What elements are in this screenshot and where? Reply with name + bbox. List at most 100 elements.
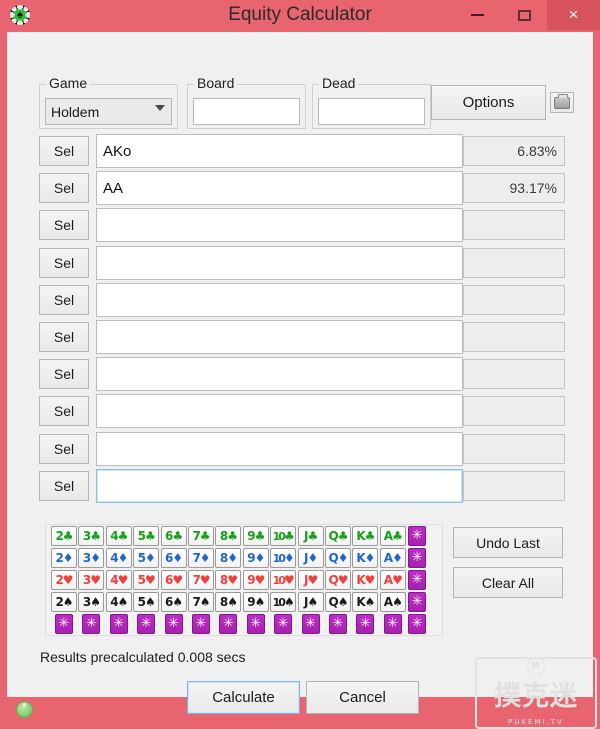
print-button[interactable]	[550, 92, 574, 113]
options-button[interactable]: Options	[431, 85, 546, 120]
select-cards-button[interactable]: Sel	[39, 396, 89, 427]
card-10-diamonds[interactable]: 10♦	[270, 548, 297, 568]
hand-input[interactable]	[96, 431, 463, 466]
card-7-clubs[interactable]: 7♣	[188, 526, 214, 546]
hand-input[interactable]	[96, 282, 463, 317]
card-10-spades[interactable]: 10♠	[270, 592, 297, 612]
card-2-hearts[interactable]: 2♥	[51, 570, 77, 590]
wildcard-rank-2[interactable]: ✳	[55, 614, 73, 634]
wildcard-diamonds[interactable]: ✳	[408, 548, 427, 568]
hand-input[interactable]	[96, 468, 463, 503]
card-10-clubs[interactable]: 10♣	[270, 526, 297, 546]
card-4-spades[interactable]: 4♠	[105, 592, 132, 612]
card-3-diamonds[interactable]: 3♦	[78, 548, 105, 568]
card-K-hearts[interactable]: K♥	[352, 570, 379, 590]
wildcard-rank-J[interactable]: ✳	[301, 614, 320, 634]
select-cards-button[interactable]: Sel	[39, 210, 89, 241]
wildcard-rank-3[interactable]: ✳	[82, 614, 101, 634]
card-8-hearts[interactable]: 8♥	[215, 570, 242, 590]
card-Q-clubs[interactable]: Q♣	[325, 526, 351, 546]
maximize-button[interactable]	[502, 0, 547, 30]
card-8-diamonds[interactable]: 8♦	[215, 548, 242, 568]
hand-input[interactable]	[96, 319, 463, 354]
calculate-button[interactable]: Calculate	[187, 681, 300, 714]
card-9-clubs[interactable]: 9♣	[242, 526, 269, 546]
card-5-diamonds[interactable]: 5♦	[133, 548, 160, 568]
card-4-clubs[interactable]: 4♣	[105, 526, 132, 546]
select-cards-button[interactable]: Sel	[39, 247, 89, 278]
card-5-hearts[interactable]: 5♥	[133, 570, 160, 590]
select-cards-button[interactable]: Sel	[39, 359, 89, 390]
wildcard-hearts[interactable]: ✳	[408, 570, 427, 590]
card-A-spades[interactable]: A♠	[379, 592, 406, 612]
card-9-hearts[interactable]: 9♥	[242, 570, 269, 590]
wildcard-clubs[interactable]: ✳	[408, 526, 427, 546]
wildcard-rank-8[interactable]: ✳	[219, 614, 238, 634]
card-2-spades[interactable]: 2♠	[51, 592, 77, 612]
wildcard-rank-9[interactable]: ✳	[246, 614, 265, 634]
card-J-diamonds[interactable]: J♦	[297, 548, 324, 568]
card-J-hearts[interactable]: J♥	[297, 570, 324, 590]
wildcard-spades[interactable]: ✳	[408, 592, 427, 612]
card-2-clubs[interactable]: 2♣	[51, 526, 77, 546]
hand-input[interactable]	[96, 245, 463, 280]
card-K-diamonds[interactable]: K♦	[352, 548, 379, 568]
card-4-diamonds[interactable]: 4♦	[105, 548, 132, 568]
hand-input[interactable]	[96, 357, 463, 392]
card-5-spades[interactable]: 5♠	[133, 592, 160, 612]
card-J-clubs[interactable]: J♣	[297, 526, 324, 546]
dead-input[interactable]	[318, 98, 425, 125]
card-Q-spades[interactable]: Q♠	[325, 592, 351, 612]
wildcard-rank-K[interactable]: ✳	[356, 614, 375, 634]
card-A-hearts[interactable]: A♥	[379, 570, 406, 590]
card-10-hearts[interactable]: 10♥	[270, 570, 297, 590]
game-select[interactable]: Holdem	[45, 98, 172, 125]
wildcard-rank-4[interactable]: ✳	[109, 614, 128, 634]
card-8-clubs[interactable]: 8♣	[215, 526, 242, 546]
card-6-hearts[interactable]: 6♥	[160, 570, 187, 590]
select-cards-button[interactable]: Sel	[39, 284, 89, 315]
card-Q-hearts[interactable]: Q♥	[325, 570, 351, 590]
card-A-clubs[interactable]: A♣	[379, 526, 406, 546]
card-6-spades[interactable]: 6♠	[160, 592, 187, 612]
card-2-diamonds[interactable]: 2♦	[51, 548, 77, 568]
hand-input[interactable]	[96, 394, 463, 429]
board-input[interactable]	[193, 98, 300, 125]
card-7-diamonds[interactable]: 7♦	[188, 548, 214, 568]
select-cards-button[interactable]: Sel	[39, 136, 89, 166]
select-cards-button[interactable]: Sel	[39, 470, 89, 501]
cancel-button[interactable]: Cancel	[306, 681, 419, 714]
card-3-clubs[interactable]: 3♣	[78, 526, 105, 546]
close-button[interactable]: ×	[547, 0, 600, 30]
card-5-clubs[interactable]: 5♣	[133, 526, 160, 546]
clear-all-button[interactable]: Clear All	[453, 567, 563, 598]
card-6-clubs[interactable]: 6♣	[160, 526, 187, 546]
card-A-diamonds[interactable]: A♦	[379, 548, 406, 568]
card-J-spades[interactable]: J♠	[297, 592, 324, 612]
minimize-button[interactable]	[455, 0, 500, 30]
hand-input[interactable]	[96, 208, 463, 243]
select-cards-button[interactable]: Sel	[39, 321, 89, 352]
wildcard-rank-Q[interactable]: ✳	[329, 614, 347, 634]
card-6-diamonds[interactable]: 6♦	[160, 548, 187, 568]
card-8-spades[interactable]: 8♠	[215, 592, 242, 612]
wildcard-rank-10[interactable]: ✳	[274, 614, 293, 634]
hand-input[interactable]	[96, 134, 463, 168]
card-9-diamonds[interactable]: 9♦	[242, 548, 269, 568]
card-7-hearts[interactable]: 7♥	[188, 570, 214, 590]
hand-input[interactable]	[96, 171, 463, 206]
card-K-spades[interactable]: K♠	[352, 592, 379, 612]
card-Q-diamonds[interactable]: Q♦	[325, 548, 351, 568]
card-K-clubs[interactable]: K♣	[352, 526, 379, 546]
wildcard-rank-any[interactable]: ✳	[408, 614, 427, 634]
card-4-hearts[interactable]: 4♥	[105, 570, 132, 590]
card-3-spades[interactable]: 3♠	[78, 592, 105, 612]
card-9-spades[interactable]: 9♠	[242, 592, 269, 612]
select-cards-button[interactable]: Sel	[39, 433, 89, 464]
undo-last-button[interactable]: Undo Last	[453, 527, 563, 558]
wildcard-rank-5[interactable]: ✳	[137, 614, 156, 634]
card-7-spades[interactable]: 7♠	[188, 592, 214, 612]
card-3-hearts[interactable]: 3♥	[78, 570, 105, 590]
wildcard-rank-6[interactable]: ✳	[164, 614, 183, 634]
wildcard-rank-7[interactable]: ✳	[192, 614, 210, 634]
